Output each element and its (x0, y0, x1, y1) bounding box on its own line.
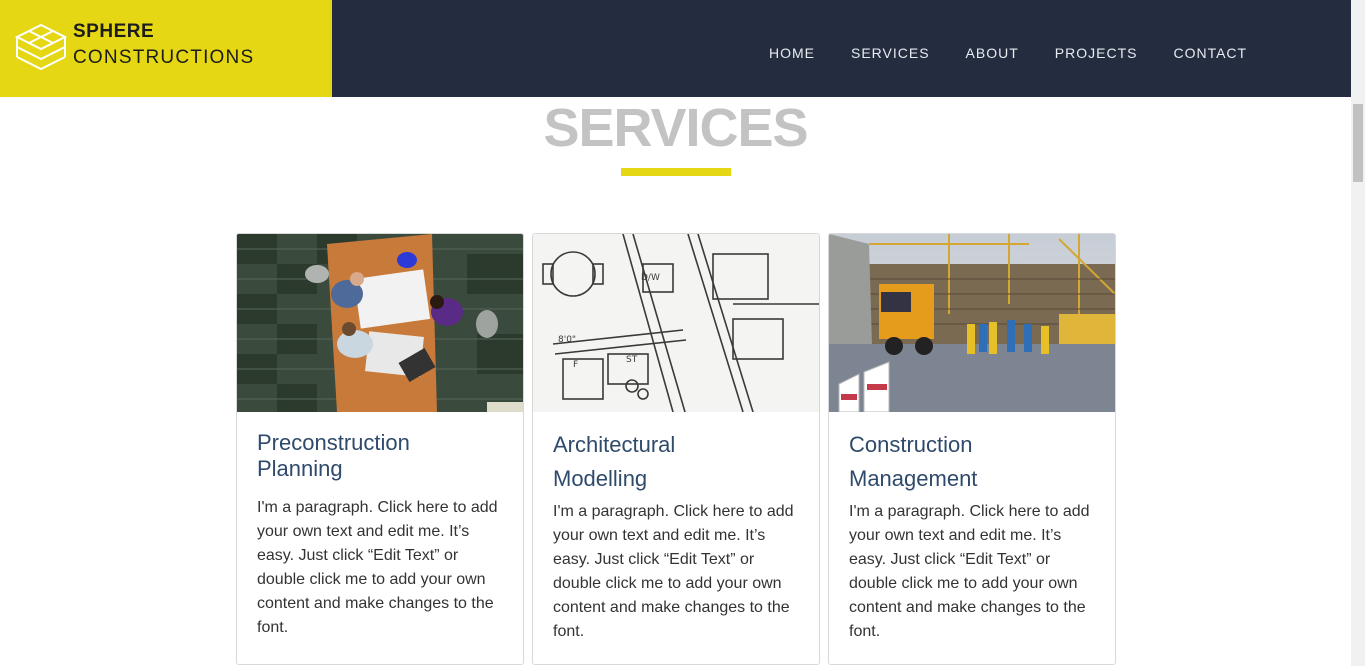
page-scrollbar[interactable] (1351, 0, 1365, 666)
card-paragraph: I'm a paragraph. Click here to add your … (257, 499, 498, 636)
service-card-preconstruction[interactable]: Preconstruction Planning I'm a paragraph… (236, 233, 524, 665)
service-card-architectural[interactable]: D/W 8'0" F ST Architectural Modelling I'… (532, 233, 820, 665)
card-title-line1: Architectural (553, 432, 676, 457)
card-paragraph: I'm a paragraph. Click here to add your … (849, 503, 1090, 640)
brand-name-line2: CONSTRUCTIONS (73, 47, 255, 68)
nav-contact[interactable]: CONTACT (1173, 44, 1247, 62)
svg-text:ST: ST (626, 355, 638, 365)
card-title-line2: Modelling (553, 466, 648, 491)
card-title: Construction Management (849, 428, 1099, 496)
nav-home[interactable]: HOME (769, 44, 815, 62)
nav-projects[interactable]: PROJECTS (1055, 44, 1138, 62)
card-title: Preconstruction Planning (257, 430, 507, 482)
title-underline (621, 168, 731, 176)
main-nav: HOME SERVICES ABOUT PROJECTS CONTACT (769, 44, 1283, 62)
card-title-line2: Planning (257, 456, 343, 481)
stacked-layers-icon (15, 23, 67, 71)
meeting-table-photo (237, 234, 523, 412)
service-card-construction[interactable]: Construction Management I'm a paragraph.… (828, 233, 1116, 665)
nav-about[interactable]: ABOUT (966, 44, 1019, 62)
logo[interactable]: SPHERE CONSTRUCTIONS (0, 0, 332, 97)
card-title-line2: Management (849, 466, 978, 491)
site-header: SPHERE CONSTRUCTIONS HOME SERVICES ABOUT… (0, 0, 1351, 97)
construction-site-photo (829, 234, 1115, 412)
svg-text:8'0": 8'0" (558, 335, 576, 345)
card-paragraph: I'm a paragraph. Click here to add your … (553, 503, 794, 640)
scrollbar-thumb[interactable] (1353, 104, 1363, 182)
section-title: SERVICES (543, 98, 808, 158)
svg-text:D/W: D/W (641, 273, 660, 283)
logo-text: SPHERE CONSTRUCTIONS (73, 20, 254, 72)
nav-services[interactable]: SERVICES (851, 44, 930, 62)
svg-text:F: F (573, 360, 578, 370)
card-title-line1: Construction (849, 432, 973, 457)
card-title: Architectural Modelling (553, 428, 803, 496)
blueprint-photo: D/W 8'0" F ST (533, 234, 819, 412)
card-title-line1: Preconstruction (257, 430, 410, 455)
brand-name-line1: SPHERE (73, 21, 155, 42)
